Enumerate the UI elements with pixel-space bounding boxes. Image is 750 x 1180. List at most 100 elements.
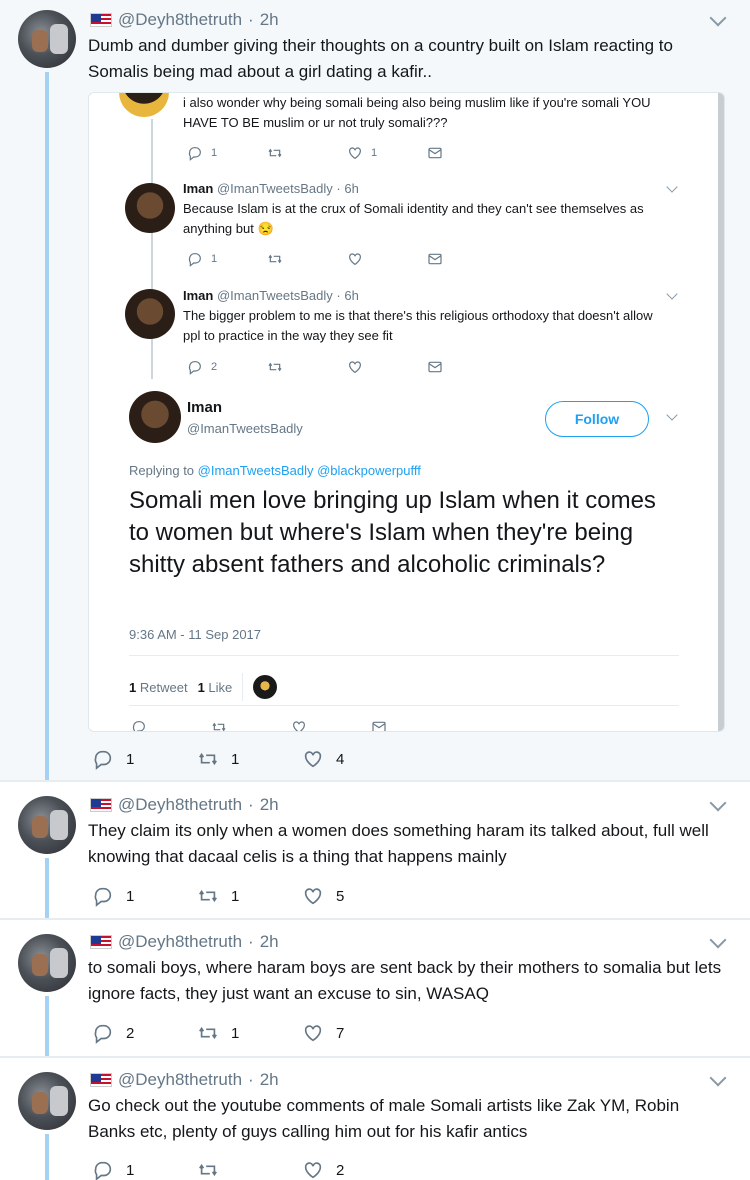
- retweet-button[interactable]: 1: [197, 748, 302, 770]
- like-button[interactable]: [347, 359, 427, 375]
- thread-line: [45, 72, 49, 780]
- reply-button[interactable]: 1: [92, 748, 197, 770]
- tweet-actions: 1 1: [187, 145, 507, 161]
- avatar[interactable]: [18, 1072, 76, 1130]
- tweet-header: @Deyh8thetruth · 2h: [90, 932, 279, 952]
- liker-avatar[interactable]: [253, 675, 278, 699]
- chevron-down-icon[interactable]: [709, 794, 727, 812]
- reply-mentions[interactable]: @ImanTweetsBadly @blackpowerpufff: [198, 463, 421, 478]
- retweet-icon: [267, 359, 283, 375]
- reply-button[interactable]: 2: [92, 1022, 197, 1044]
- chevron-down-icon[interactable]: [666, 288, 678, 300]
- reply-icon: [92, 1022, 114, 1044]
- us-flag-icon: [90, 935, 112, 949]
- follow-button[interactable]: Follow: [545, 401, 649, 437]
- reply-button[interactable]: 1: [92, 1159, 197, 1180]
- envelope-icon: [427, 251, 443, 267]
- dm-button[interactable]: [427, 145, 507, 161]
- avatar: [125, 183, 175, 233]
- user-handle[interactable]: @Deyh8thetruth: [118, 10, 242, 30]
- tweet-text: to somali boys, where haram boys are sen…: [88, 958, 722, 1003]
- tweet-header: @Deyh8thetruth · 2h: [90, 1070, 279, 1090]
- retweet-icon: [197, 1022, 219, 1044]
- avatar[interactable]: [18, 934, 76, 992]
- like-button[interactable]: 2: [302, 1159, 407, 1180]
- retweet-button[interactable]: [211, 719, 291, 732]
- reply-button[interactable]: 1: [187, 251, 267, 267]
- dot-separator: ·: [248, 1070, 254, 1089]
- heart-icon: [347, 359, 363, 375]
- like-button[interactable]: 4: [302, 748, 407, 770]
- tweet-actions: 1 1 5: [92, 885, 407, 907]
- retweet-button[interactable]: [267, 359, 347, 375]
- dm-button[interactable]: [371, 719, 451, 732]
- reply-button[interactable]: 1: [187, 145, 267, 161]
- heart-icon: [302, 885, 324, 907]
- tweet-3[interactable]: @Deyh8thetruth · 2h to somali boys, wher…: [0, 920, 750, 1056]
- thread-line: [151, 119, 153, 379]
- tweet-header: @Deyh8thetruth · 2h: [90, 795, 279, 815]
- retweet-icon: [211, 719, 227, 732]
- chevron-down-icon[interactable]: [666, 181, 678, 193]
- tweet-time[interactable]: 2h: [260, 932, 279, 952]
- author-handle[interactable]: @ImanTweetsBadly: [187, 421, 303, 436]
- us-flag-icon: [90, 1073, 112, 1087]
- avatar: [119, 93, 169, 117]
- retweet-button[interactable]: 1: [197, 1022, 302, 1044]
- like-button[interactable]: 1: [347, 145, 427, 161]
- retweet-icon: [267, 251, 283, 267]
- tweet-time[interactable]: 2h: [260, 1070, 279, 1090]
- embedded-image[interactable]: i also wonder why being somali being als…: [88, 92, 725, 732]
- tweet-time[interactable]: 2h: [260, 795, 279, 815]
- user-handle[interactable]: @Deyh8thetruth: [118, 1070, 242, 1090]
- retweet-count[interactable]: 1 Retweet: [129, 680, 188, 695]
- chevron-down-icon[interactable]: [709, 9, 727, 27]
- avatar[interactable]: [18, 10, 76, 68]
- tweet-1[interactable]: @Deyh8thetruth · 2h Dumb and dumber givi…: [0, 0, 750, 780]
- reply-author: Iman @ImanTweetsBadly · 6h: [183, 181, 359, 196]
- like-count[interactable]: 1 Like: [198, 680, 233, 695]
- thread-line: [45, 996, 49, 1056]
- main-tweet-text: Somali men love bringing up Islam when i…: [129, 487, 656, 578]
- retweet-button[interactable]: [267, 145, 347, 161]
- timestamp[interactable]: 9:36 AM - 11 Sep 2017: [129, 627, 261, 642]
- envelope-icon: [427, 359, 443, 375]
- chevron-down-icon[interactable]: [709, 1069, 727, 1087]
- tweet-text: i also wonder why being somali being als…: [183, 95, 651, 130]
- retweet-button[interactable]: [267, 251, 347, 267]
- reply-icon: [92, 748, 114, 770]
- reply-button[interactable]: [131, 719, 211, 732]
- user-handle[interactable]: @Deyh8thetruth: [118, 795, 242, 815]
- us-flag-icon: [90, 798, 112, 812]
- like-button[interactable]: [347, 251, 427, 267]
- dot-separator: ·: [248, 795, 254, 814]
- reply-button[interactable]: 1: [92, 885, 197, 907]
- reply-icon: [187, 145, 203, 161]
- like-button[interactable]: 5: [302, 885, 407, 907]
- tweet-2[interactable]: @Deyh8thetruth · 2h They claim its only …: [0, 782, 750, 918]
- avatar[interactable]: [18, 796, 76, 854]
- dm-button[interactable]: [427, 251, 507, 267]
- retweet-icon: [267, 145, 283, 161]
- thread-line: [45, 1134, 49, 1180]
- reply-button[interactable]: 2: [187, 359, 267, 375]
- chevron-down-icon[interactable]: [666, 409, 678, 421]
- like-button[interactable]: 7: [302, 1022, 407, 1044]
- heart-icon: [347, 251, 363, 267]
- tweet-text: Go check out the youtube comments of mal…: [88, 1096, 680, 1141]
- like-button[interactable]: [291, 719, 371, 732]
- dm-button[interactable]: [427, 359, 507, 375]
- tweet-4[interactable]: @Deyh8thetruth · 2h Go check out the you…: [0, 1058, 750, 1180]
- user-handle[interactable]: @Deyh8thetruth: [118, 932, 242, 952]
- avatar: [129, 391, 181, 443]
- tweet-time[interactable]: 2h: [260, 10, 279, 30]
- envelope-icon: [371, 719, 387, 732]
- retweet-button[interactable]: 1: [197, 885, 302, 907]
- heart-icon: [302, 748, 324, 770]
- retweet-button[interactable]: [197, 1159, 302, 1180]
- author-name[interactable]: Iman: [187, 399, 222, 416]
- reply-text: Because Islam is at the crux of Somali i…: [183, 201, 644, 236]
- chevron-down-icon[interactable]: [709, 931, 727, 949]
- reply-icon: [92, 1159, 114, 1180]
- heart-icon: [302, 1022, 324, 1044]
